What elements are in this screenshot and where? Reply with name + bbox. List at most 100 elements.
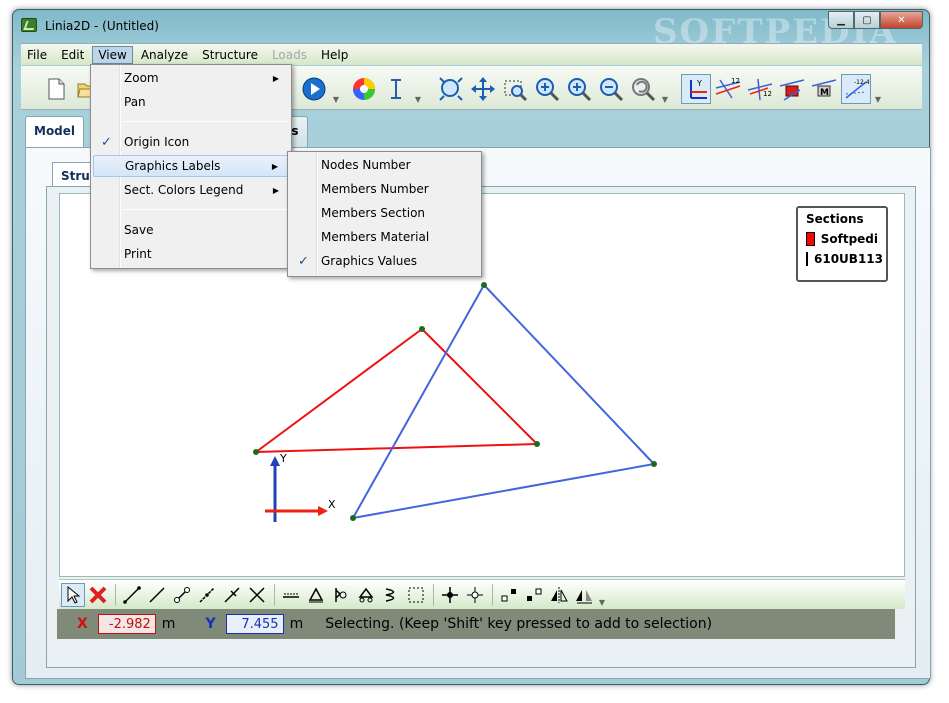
members-material-button[interactable]: M xyxy=(809,74,839,104)
y-coord-label: Y xyxy=(205,616,216,632)
zoom-extents-button[interactable] xyxy=(436,74,466,104)
menu-loads[interactable]: Loads xyxy=(266,46,313,64)
members-number-button[interactable]: 12 xyxy=(745,74,775,104)
submenu-arrow-icon: ▶ xyxy=(271,161,278,171)
node-member-button[interactable] xyxy=(170,583,194,607)
member-blue-2[interactable] xyxy=(483,284,655,465)
colors-button[interactable] xyxy=(349,74,379,104)
graphics-labels-submenu: Nodes Number Members Number Members Sect… xyxy=(287,151,482,277)
member-red-3[interactable] xyxy=(255,443,538,453)
run-button[interactable] xyxy=(299,74,329,104)
menu-help[interactable]: Help xyxy=(315,46,354,64)
x-axis-label: X xyxy=(328,498,336,511)
nodes-number-button[interactable]: 12 xyxy=(713,74,743,104)
zoom-in-icon xyxy=(536,78,560,102)
menu-item-members-section[interactable]: Members Section xyxy=(290,202,479,224)
node[interactable] xyxy=(419,326,425,332)
zoom-extents-icon xyxy=(439,77,463,101)
origin-axes-icon: Y xyxy=(690,79,707,99)
zoom-out-button[interactable] xyxy=(596,74,626,104)
origin-toggle-button[interactable]: Y xyxy=(681,74,711,104)
zoom-in-2-button[interactable] xyxy=(564,74,594,104)
member-red-2[interactable] xyxy=(421,328,538,445)
maximize-button[interactable]: ▢ xyxy=(854,11,880,29)
legend-label: Softpedi xyxy=(820,232,878,246)
toolbar-separator xyxy=(274,583,275,606)
load-button[interactable] xyxy=(279,583,303,607)
menu-analyze[interactable]: Analyze xyxy=(135,46,194,64)
graphics-values-button[interactable]: -12.4 xyxy=(841,74,871,104)
copy-button[interactable] xyxy=(522,583,546,607)
delete-x-icon xyxy=(89,586,107,603)
menu-file[interactable]: File xyxy=(21,46,53,64)
menu-view[interactable]: View xyxy=(92,45,133,64)
divide-member-button[interactable] xyxy=(195,583,219,607)
toolbar-grip[interactable]: ▼ xyxy=(331,74,341,104)
node-target-button[interactable] xyxy=(463,583,487,607)
spring-button[interactable] xyxy=(379,583,403,607)
menu-item-label: Graphics Labels xyxy=(125,159,221,173)
select-tool-button[interactable] xyxy=(61,582,85,607)
fixed-support-icon xyxy=(335,587,347,602)
zoom-window-button[interactable] xyxy=(500,74,530,104)
menu-structure[interactable]: Structure xyxy=(196,46,264,64)
text-cursor-button[interactable] xyxy=(381,74,411,104)
support-fixed-button[interactable] xyxy=(329,583,353,607)
support-pinned-button[interactable] xyxy=(304,583,328,607)
zoom-previous-button[interactable] xyxy=(628,74,658,104)
menu-item-graphics-labels[interactable]: Graphics Labels ▶ xyxy=(93,155,289,177)
view-menu-dropdown: Zoom ▶ Pan ✓ Origin Icon Graphics Labels… xyxy=(90,64,292,269)
draw-line-button[interactable] xyxy=(145,583,169,607)
toolbar-grip[interactable]: ▼ xyxy=(873,74,883,104)
close-icon: ✕ xyxy=(897,14,906,26)
toolbar-grip[interactable]: ▼ xyxy=(660,74,670,104)
tab-model[interactable]: Model xyxy=(25,116,85,149)
zoom-pan-button[interactable] xyxy=(468,74,498,104)
support-roller-button[interactable] xyxy=(354,583,378,607)
menu-edit[interactable]: Edit xyxy=(55,46,90,64)
y-coord-unit: m xyxy=(289,616,304,632)
menu-item-origin-icon[interactable]: ✓ Origin Icon xyxy=(93,131,289,153)
status-message: Selecting. (Keep 'Shift' key pressed to … xyxy=(325,616,713,632)
move-nodes-icon xyxy=(501,588,516,601)
menu-item-print[interactable]: Print xyxy=(93,243,289,265)
member-blue-3[interactable] xyxy=(352,463,655,519)
add-node-button[interactable] xyxy=(438,583,462,607)
split-member-button[interactable] xyxy=(220,583,244,607)
zoom-in-button[interactable] xyxy=(532,74,562,104)
menu-item-label: Sect. Colors Legend xyxy=(124,183,244,197)
node[interactable] xyxy=(350,515,356,521)
member-red-1[interactable] xyxy=(255,328,423,453)
menu-item-members-material[interactable]: Members Material xyxy=(290,226,479,248)
node[interactable] xyxy=(651,461,657,467)
mirror-icon xyxy=(551,586,568,603)
mirror-copy-button[interactable] xyxy=(572,583,596,607)
delete-button[interactable] xyxy=(86,583,110,607)
toolbar-grip[interactable]: ▼ xyxy=(597,583,607,607)
members-section-button[interactable] xyxy=(777,74,807,104)
menu-item-members-number[interactable]: Members Number xyxy=(290,178,479,200)
node[interactable] xyxy=(481,282,487,288)
member-blue-1[interactable] xyxy=(352,284,485,519)
menu-item-save[interactable]: Save xyxy=(93,219,289,241)
node[interactable] xyxy=(534,441,540,447)
menu-item-nodes-number[interactable]: Nodes Number xyxy=(290,154,479,176)
select-region-button[interactable] xyxy=(404,583,428,607)
close-button[interactable]: ✕ xyxy=(880,11,923,29)
draw-member-button[interactable] xyxy=(120,583,144,607)
menu-item-label: Members Number xyxy=(321,182,429,196)
graphics-values-icon: -12.4 xyxy=(845,79,870,99)
node[interactable] xyxy=(253,449,259,455)
menu-item-pan[interactable]: Pan xyxy=(93,91,289,113)
intersect-button[interactable] xyxy=(245,583,269,607)
mirror-button[interactable] xyxy=(547,583,571,607)
menu-item-graphics-values[interactable]: ✓ Graphics Values xyxy=(290,250,479,272)
menu-item-zoom[interactable]: Zoom ▶ xyxy=(93,67,289,89)
new-file-button[interactable] xyxy=(41,74,71,104)
menu-item-label: Nodes Number xyxy=(321,158,411,172)
submenu-arrow-icon: ▶ xyxy=(272,185,279,195)
minimize-button[interactable]: ▁ xyxy=(828,11,854,29)
toolbar-grip[interactable]: ▼ xyxy=(413,74,423,104)
menu-item-sect-colors-legend[interactable]: Sect. Colors Legend ▶ xyxy=(93,179,289,201)
move-button[interactable] xyxy=(497,583,521,607)
